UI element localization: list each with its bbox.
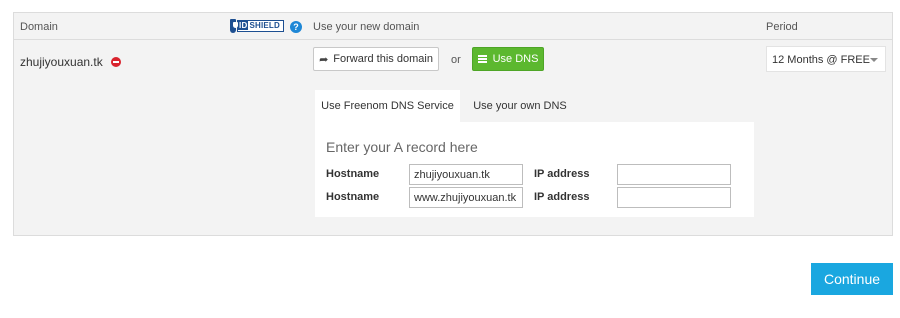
ip-address-label: IP address [534, 168, 590, 180]
hostname-label: Hostname [326, 191, 380, 203]
column-header-domain: Domain [20, 21, 58, 33]
idshield-logo: ID SHIELD [230, 18, 284, 34]
hostname-label: Hostname [326, 168, 380, 180]
period-select[interactable]: 12 Months @ FREE [766, 46, 886, 72]
ip-address-label: IP address [534, 191, 590, 203]
column-header-new-domain: Use your new domain [313, 21, 420, 33]
domain-name: zhujiyouxuan.tk [20, 55, 103, 69]
use-dns-button[interactable]: Use DNS [472, 47, 544, 71]
remove-domain-icon[interactable] [111, 57, 121, 67]
forward-domain-button[interactable]: ➦ Forward this domain [313, 47, 439, 71]
table-header: Domain ID SHIELD ? Use your new domain Pe… [14, 13, 892, 40]
ip-address-input[interactable] [617, 187, 731, 208]
period-value: 12 Months @ FREE [772, 54, 870, 66]
record-form-title: Enter your A record here [326, 139, 478, 155]
forward-domain-label: Forward this domain [333, 53, 433, 65]
chevron-down-icon [870, 58, 878, 62]
help-icon[interactable]: ? [290, 21, 302, 33]
continue-button[interactable]: Continue [811, 263, 893, 295]
domain-config-panel: Domain ID SHIELD ? Use your new domain Pe… [13, 12, 893, 236]
tab-freenom-dns[interactable]: Use Freenom DNS Service [315, 90, 460, 122]
column-header-period: Period [766, 21, 798, 33]
list-icon [477, 55, 487, 63]
dns-record-form: Enter your A record here Hostname zhujiy… [315, 122, 754, 217]
share-arrow-icon: ➦ [319, 53, 329, 66]
use-dns-label: Use DNS [492, 53, 539, 65]
ip-address-input[interactable] [617, 164, 731, 185]
shield-icon [230, 19, 239, 33]
hostname-input[interactable]: www.zhujiyouxuan.tk [409, 187, 523, 208]
tab-own-dns[interactable]: Use your own DNS [460, 90, 580, 122]
or-separator: or [451, 54, 461, 66]
idshield-wordmark: ID SHIELD [237, 20, 284, 32]
hostname-input[interactable]: zhujiyouxuan.tk [409, 164, 523, 185]
